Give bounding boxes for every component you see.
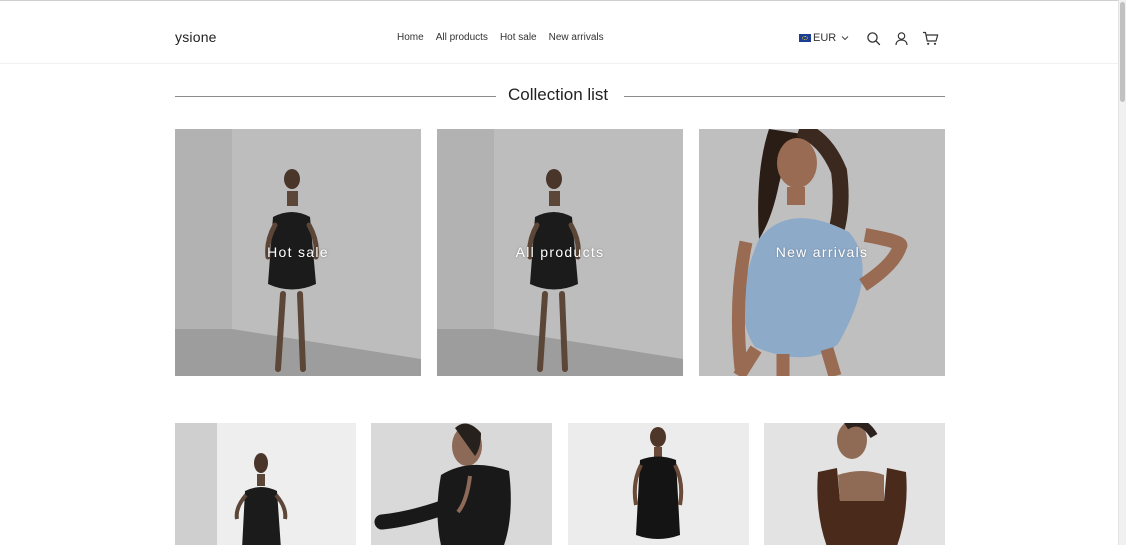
nav-new-arrivals[interactable]: New arrivals (549, 32, 604, 43)
page-scrollbar[interactable] (1118, 0, 1126, 545)
product-image (371, 423, 552, 545)
product-image (764, 423, 945, 545)
product-card[interactable] (371, 423, 552, 545)
main-nav: Home All products Hot sale New arrivals (397, 32, 604, 43)
nav-all-products[interactable]: All products (436, 32, 488, 43)
site-logo[interactable]: ysione (175, 29, 217, 45)
page: ysione Home All products Hot sale New ar… (0, 0, 1119, 545)
collection-list-heading: Collection list (175, 85, 945, 109)
account-icon[interactable] (894, 31, 909, 46)
nav-home[interactable]: Home (397, 32, 424, 43)
collection-label: New arrivals (775, 244, 869, 260)
collection-label: Hot sale (267, 244, 329, 260)
eu-flag-icon (799, 34, 811, 42)
currency-selector[interactable]: EUR (799, 32, 849, 44)
scrollbar-thumb[interactable] (1120, 2, 1125, 102)
heading-line-right (624, 96, 945, 97)
product-card[interactable] (175, 423, 356, 545)
collection-card-hot-sale[interactable]: Hot sale (175, 129, 421, 376)
collection-card-all-products[interactable]: All products (437, 129, 683, 376)
currency-code: EUR (813, 32, 837, 44)
product-image (568, 423, 749, 545)
section-title: Collection list (508, 85, 609, 104)
chevron-down-icon (841, 36, 849, 41)
product-card[interactable] (568, 423, 749, 545)
heading-line-left (175, 96, 496, 97)
nav-hot-sale[interactable]: Hot sale (500, 32, 537, 43)
site-header: ysione Home All products Hot sale New ar… (0, 1, 1119, 64)
product-image (175, 423, 356, 545)
collection-card-new-arrivals[interactable]: New arrivals (699, 129, 945, 376)
product-card[interactable] (764, 423, 945, 545)
cart-icon[interactable] (922, 31, 939, 46)
collection-label: All products (515, 244, 605, 260)
search-icon[interactable] (866, 31, 881, 46)
